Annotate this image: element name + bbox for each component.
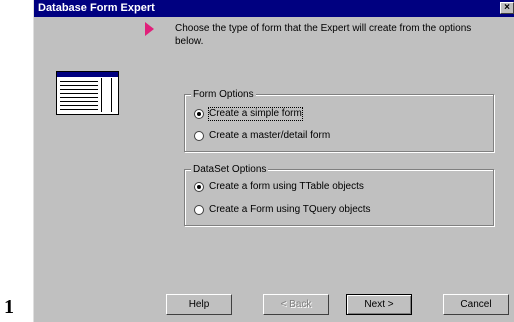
form-options-group: Form Options Create a simple form Create… bbox=[184, 88, 494, 152]
radio-checked-icon bbox=[194, 109, 204, 119]
radio-simple-form-label: Create a simple form bbox=[208, 107, 303, 121]
help-button[interactable]: Help bbox=[166, 294, 232, 315]
next-button[interactable]: Next > bbox=[346, 294, 412, 315]
cancel-button[interactable]: Cancel bbox=[443, 294, 509, 315]
radio-checked-icon bbox=[194, 182, 204, 192]
radio-ttable-label: Create a form using TTable objects bbox=[209, 181, 364, 192]
dataset-options-group: DataSet Options Create a form using TTab… bbox=[184, 163, 494, 226]
close-button[interactable]: × bbox=[500, 2, 514, 14]
radio-unchecked-icon bbox=[194, 131, 204, 141]
dialog-window: Database Form Expert × Choose the type o… bbox=[33, 0, 514, 322]
title-bar: Database Form Expert × bbox=[34, 0, 514, 17]
form-preview-thumbnail-icon bbox=[56, 71, 119, 115]
form-options-legend: Form Options bbox=[191, 88, 256, 101]
radio-unchecked-icon bbox=[194, 205, 204, 215]
pointer-arrow-icon bbox=[145, 22, 154, 36]
radio-tquery-label: Create a Form using TQuery objects bbox=[209, 204, 371, 215]
radio-master-detail-label: Create a master/detail form bbox=[209, 130, 331, 141]
instruction-text: Choose the type of form that the Expert … bbox=[175, 23, 472, 47]
dataset-options-legend: DataSet Options bbox=[191, 163, 269, 176]
window-title: Database Form Expert bbox=[38, 2, 155, 14]
page-number: 1 bbox=[4, 296, 14, 318]
back-button[interactable]: < Back bbox=[263, 294, 329, 315]
